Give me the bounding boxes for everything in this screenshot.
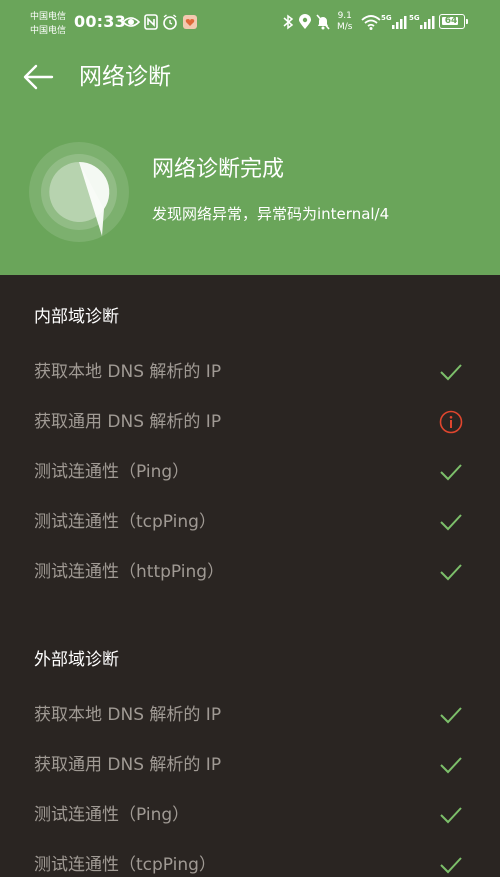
signal-bars-2-icon bbox=[420, 16, 435, 29]
list-item[interactable]: 获取通用 DNS 解析的 IP bbox=[0, 397, 500, 447]
item-label: 测试连通性（Ping） bbox=[34, 462, 190, 482]
diagnosis-complete-icon bbox=[29, 142, 129, 242]
check-icon bbox=[440, 464, 462, 481]
battery-level: 64 bbox=[444, 16, 458, 26]
carrier-1: 中国电信 bbox=[30, 12, 67, 22]
item-label: 测试连通性（tcpPing） bbox=[34, 512, 216, 532]
status-bar: 中国电信 中国电信 00:33 9.1 M/s 5G 5G 64 bbox=[0, 0, 500, 44]
check-icon bbox=[440, 564, 462, 581]
nfc-icon bbox=[144, 14, 158, 30]
result-subtitle: 发现网络异常，异常码为internal/4 bbox=[152, 205, 390, 223]
alarm-icon bbox=[163, 14, 177, 30]
carrier-2: 中国电信 bbox=[30, 26, 67, 36]
list-item[interactable]: 测试连通性（Ping） bbox=[0, 447, 500, 497]
net-speed-value: 9.1 bbox=[337, 11, 352, 21]
item-label: 测试连通性（Ping） bbox=[34, 805, 190, 825]
signal-bars-1-icon bbox=[392, 16, 407, 29]
net-speed-unit: M/s bbox=[337, 22, 353, 32]
list-item[interactable]: 测试连通性（tcpPing） bbox=[0, 497, 500, 547]
wifi-icon bbox=[361, 15, 381, 30]
check-icon bbox=[440, 514, 462, 531]
battery-icon: 64 bbox=[439, 14, 468, 29]
location-icon bbox=[299, 14, 311, 29]
list-item[interactable]: 获取本地 DNS 解析的 IP bbox=[0, 347, 500, 397]
carrier-labels: 中国电信 中国电信 bbox=[30, 10, 66, 38]
app-notification-icon bbox=[183, 15, 197, 29]
item-label: 获取通用 DNS 解析的 IP bbox=[34, 412, 222, 432]
mute-bell-icon bbox=[316, 14, 330, 30]
result-title: 网络诊断完成 bbox=[152, 157, 285, 182]
check-icon bbox=[440, 807, 462, 824]
section-title-internal: 内部域诊断 bbox=[34, 307, 119, 327]
list-item[interactable]: 获取本地 DNS 解析的 IP bbox=[0, 690, 500, 740]
list-item[interactable]: 获取通用 DNS 解析的 IP bbox=[0, 740, 500, 790]
check-icon bbox=[440, 707, 462, 724]
section-title-external: 外部域诊断 bbox=[34, 650, 119, 670]
item-label: 获取本地 DNS 解析的 IP bbox=[34, 705, 222, 725]
net-speed: 9.1 M/s bbox=[337, 11, 353, 33]
list-item[interactable]: 测试连通性（tcpPing） bbox=[0, 840, 500, 877]
status-time: 00:33 bbox=[74, 12, 126, 31]
item-label: 获取通用 DNS 解析的 IP bbox=[34, 755, 222, 775]
error-info-icon bbox=[439, 410, 463, 434]
bluetooth-icon bbox=[283, 14, 294, 30]
list-item[interactable]: 测试连通性（httpPing） bbox=[0, 547, 500, 597]
check-icon bbox=[440, 757, 462, 774]
item-label: 测试连通性（tcpPing） bbox=[34, 855, 216, 875]
check-icon bbox=[440, 857, 462, 874]
item-label: 测试连通性（httpPing） bbox=[34, 562, 225, 582]
eye-icon bbox=[122, 17, 140, 27]
back-arrow-icon[interactable] bbox=[22, 62, 54, 92]
list-item[interactable]: 测试连通性（Ping） bbox=[0, 790, 500, 840]
check-icon bbox=[440, 364, 462, 381]
page-title: 网络诊断 bbox=[79, 64, 171, 90]
item-label: 获取本地 DNS 解析的 IP bbox=[34, 362, 222, 382]
